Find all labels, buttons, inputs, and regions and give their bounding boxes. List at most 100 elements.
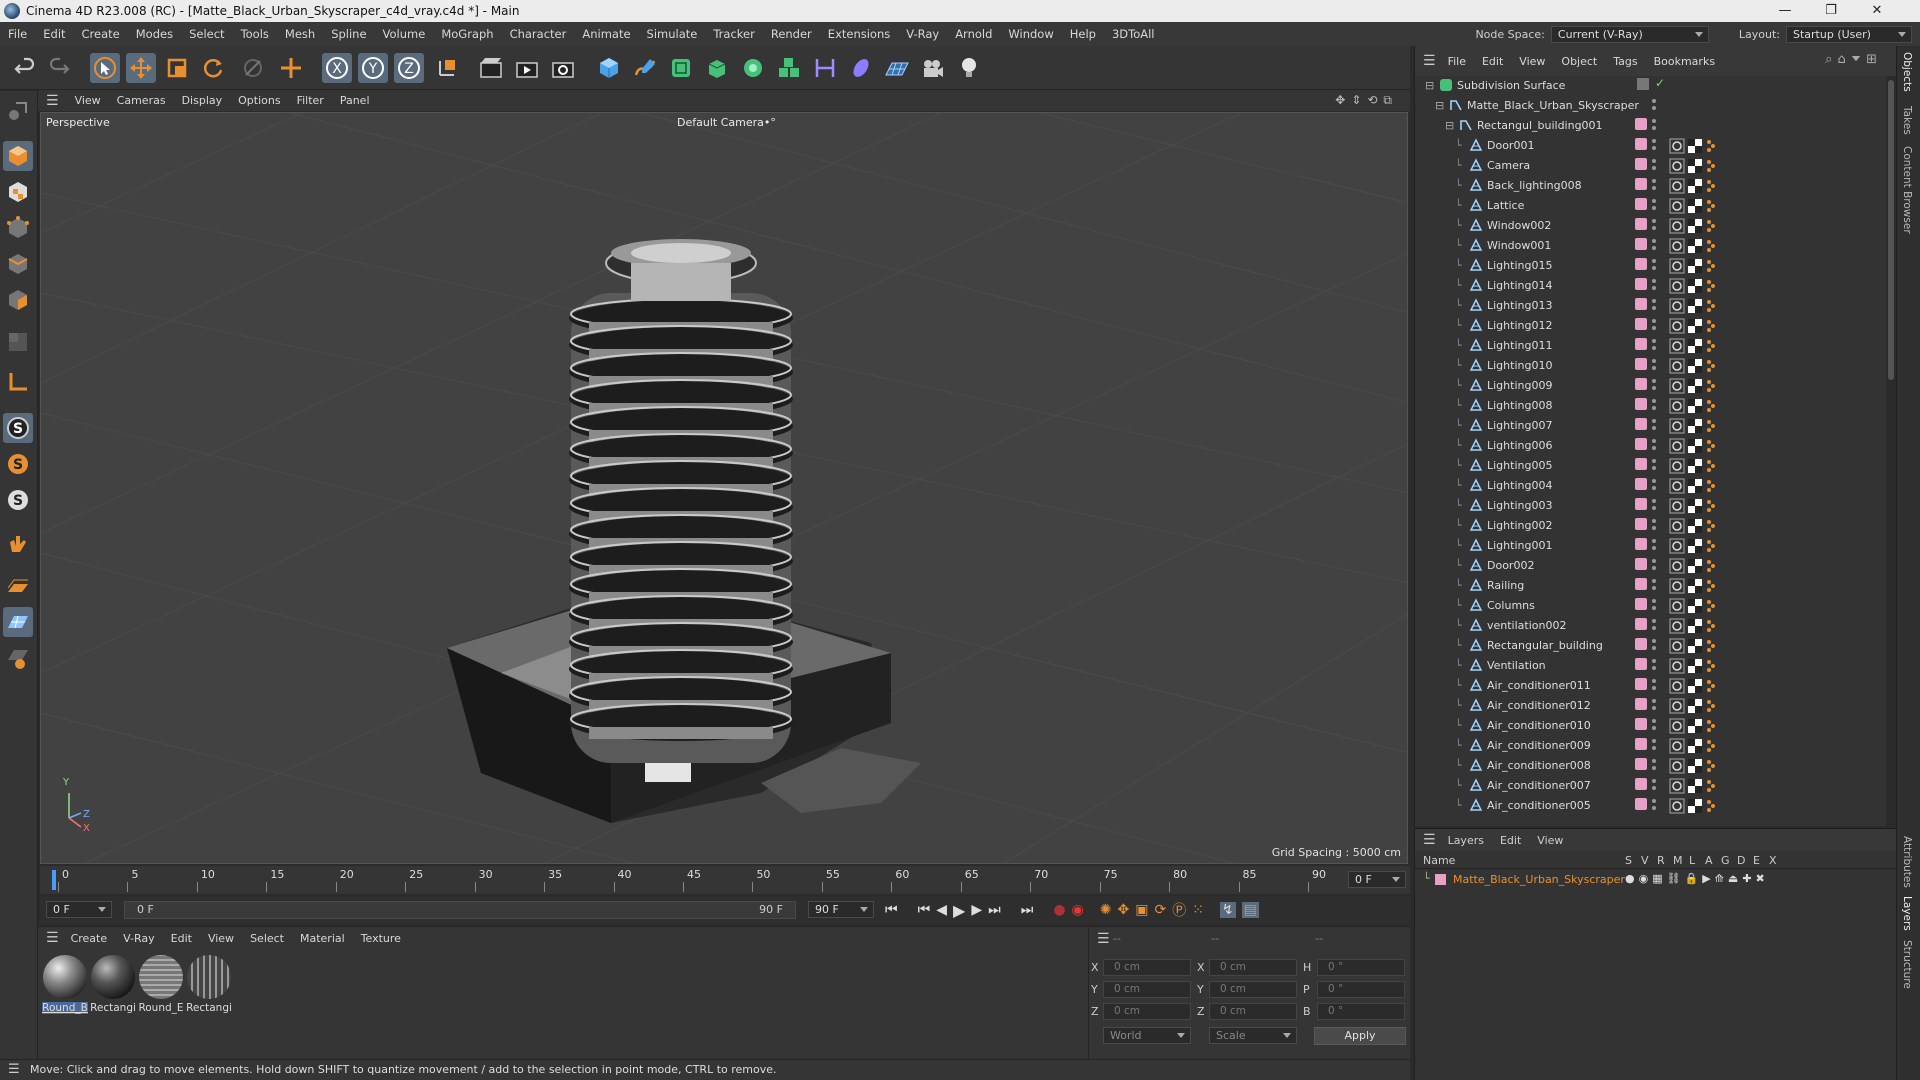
menu-tracker[interactable]: Tracker (705, 22, 763, 46)
material-tags-icons[interactable] (1669, 138, 1731, 154)
layer-color-swatch[interactable] (1635, 538, 1647, 550)
tree-item-object[interactable]: └ Lighting004 (1415, 476, 1885, 496)
timeline-ruler[interactable]: 0 5 10 15 20 25 30 35 40 45 50 55 60 65 70 75 80 85 90 0 F (40, 866, 1410, 894)
keyframe-selection-button[interactable]: ✺ (1100, 902, 1112, 918)
tree-item-object[interactable]: └ Lighting015 (1415, 256, 1885, 276)
visibility-dots[interactable] (1651, 478, 1657, 492)
material-swatch[interactable]: Round_E (138, 955, 184, 1014)
layer-menu-layers[interactable]: Layers (1440, 834, 1492, 847)
status-hamburger-icon[interactable]: ☰ (8, 1060, 20, 1080)
render-to-picture-viewer-button[interactable] (512, 53, 542, 83)
visibility-dots[interactable] (1651, 538, 1657, 552)
object-menu-file[interactable]: File (1440, 55, 1474, 68)
visibility-dots[interactable] (1651, 778, 1657, 792)
visibility-dots[interactable] (1651, 558, 1657, 572)
size-y-field[interactable]: 0 cm (1209, 981, 1297, 998)
visibility-dots[interactable] (1651, 798, 1657, 812)
layer-color-swatch[interactable] (1635, 558, 1647, 570)
visibility-dots[interactable] (1651, 158, 1657, 172)
layer-color-swatch[interactable] (1635, 378, 1647, 390)
menu-arnold[interactable]: Arnold (947, 22, 1000, 46)
object-menu-edit[interactable]: Edit (1474, 55, 1511, 68)
layer-color-swatch[interactable] (1635, 638, 1647, 650)
tree-item-subgroup[interactable]: ⊟ Rectangul_building001 (1415, 116, 1885, 136)
menu-edit[interactable]: Edit (35, 22, 73, 46)
key-scale-button[interactable]: ▣ (1135, 902, 1148, 918)
next-frame-button[interactable]: ▶ (971, 902, 982, 918)
visibility-dots[interactable] (1651, 598, 1657, 612)
menu-file[interactable]: File (0, 22, 35, 46)
workplane-button[interactable] (3, 573, 33, 603)
material-tags-icons[interactable] (1669, 738, 1731, 754)
undo-button[interactable] (10, 53, 40, 83)
material-tags-icons[interactable] (1669, 178, 1731, 194)
layer-color-swatch[interactable] (1635, 478, 1647, 490)
make-editable-button[interactable] (3, 96, 33, 126)
tree-item-object[interactable]: └ Lighting010 (1415, 356, 1885, 376)
texture-mode-button[interactable] (3, 177, 33, 207)
menu-extensions[interactable]: Extensions (820, 22, 898, 46)
rot-b-field[interactable]: 0 ° (1317, 1003, 1405, 1020)
layer-color-swatch[interactable] (1635, 258, 1647, 270)
viewport-menu-display[interactable]: Display (174, 94, 231, 107)
material-tags-icons[interactable] (1669, 438, 1731, 454)
start-frame-field[interactable]: 0 F (46, 901, 112, 918)
layer-row[interactable]: └ Matte_Black_Urban_Skyscraper ●◉▦⛓🔒▶⟰⏏✚… (1415, 871, 1897, 889)
tree-item-object[interactable]: └ ventilation002 (1415, 616, 1885, 636)
layer-color-swatch[interactable] (1635, 138, 1647, 150)
visibility-dots[interactable] (1651, 198, 1657, 212)
visibility-dots[interactable] (1651, 698, 1657, 712)
visibility-dots[interactable] (1651, 498, 1657, 512)
tree-item-object[interactable]: └ Window001 (1415, 236, 1885, 256)
material-menu-select[interactable]: Select (242, 932, 292, 945)
layer-color-swatch[interactable] (1635, 578, 1647, 590)
material-tags-icons[interactable] (1669, 578, 1731, 594)
playhead-marker[interactable] (52, 870, 56, 890)
material-tags-icons[interactable] (1669, 158, 1731, 174)
maximize-button[interactable]: ❐ (1808, 0, 1854, 22)
tree-item-object[interactable]: └ Lighting013 (1415, 296, 1885, 316)
material-tags-icons[interactable] (1669, 498, 1731, 514)
visibility-dots[interactable] (1651, 578, 1657, 592)
layer-menu-edit[interactable]: Edit (1492, 834, 1529, 847)
collapse-icon[interactable]: ⊟ (1425, 79, 1434, 92)
layer-color-swatch[interactable] (1635, 318, 1647, 330)
material-menu-material[interactable]: Material (292, 932, 353, 945)
tree-item-subdivision-surface[interactable]: ⊟ Subdivision Surface ✓ (1415, 76, 1885, 96)
material-menu-view[interactable]: View (200, 932, 242, 945)
scale-tool-button[interactable] (162, 53, 192, 83)
menu-spline[interactable]: Spline (323, 22, 374, 46)
material-tags-icons[interactable] (1669, 298, 1731, 314)
viewport-menu-filter[interactable]: Filter (289, 94, 332, 107)
layer-color-swatch[interactable] (1635, 278, 1647, 290)
pos-y-field[interactable]: 0 cm (1103, 981, 1191, 998)
z-axis-lock-button[interactable]: Z (394, 53, 424, 83)
tree-item-object[interactable]: └ Lighting007 (1415, 416, 1885, 436)
layer-hamburger-icon[interactable]: ☰ (1423, 832, 1436, 848)
tweak-mode-button[interactable] (3, 529, 33, 559)
visibility-dots[interactable] (1651, 738, 1657, 752)
material-tags-icons[interactable] (1669, 458, 1731, 474)
render-view-button[interactable] (476, 53, 506, 83)
render-settings-button[interactable] (548, 53, 578, 83)
axis-mode-button[interactable] (3, 367, 33, 397)
layer-color-swatch[interactable] (1635, 758, 1647, 770)
menu-3dtoall[interactable]: 3DToAll (1104, 22, 1163, 46)
timeline-window-button[interactable]: ▤ (1241, 902, 1259, 918)
frame-range-slider[interactable]: 0 F 90 F (124, 901, 796, 919)
tree-item-object[interactable]: └ Lighting009 (1415, 376, 1885, 396)
cube-button[interactable] (594, 53, 624, 83)
layer-color-swatch[interactable] (1635, 598, 1647, 610)
goto-start-button[interactable]: ⏮ (885, 902, 898, 918)
menu-render[interactable]: Render (763, 22, 820, 46)
tree-item-object[interactable]: └ Window002 (1415, 216, 1885, 236)
prev-key-button[interactable]: ⏮ (918, 902, 931, 918)
grid-snap-button[interactable] (3, 607, 33, 637)
tree-item-object[interactable]: └ Air_conditioner010 (1415, 716, 1885, 736)
visibility-dots[interactable] (1651, 298, 1657, 312)
visibility-dots[interactable] (1651, 458, 1657, 472)
layer-color-swatch[interactable] (1635, 658, 1647, 670)
goto-end-button[interactable]: ⏭ (1021, 902, 1034, 918)
key-rotation-button[interactable]: ⟳ (1154, 902, 1166, 918)
layer-color-swatch[interactable] (1635, 718, 1647, 730)
